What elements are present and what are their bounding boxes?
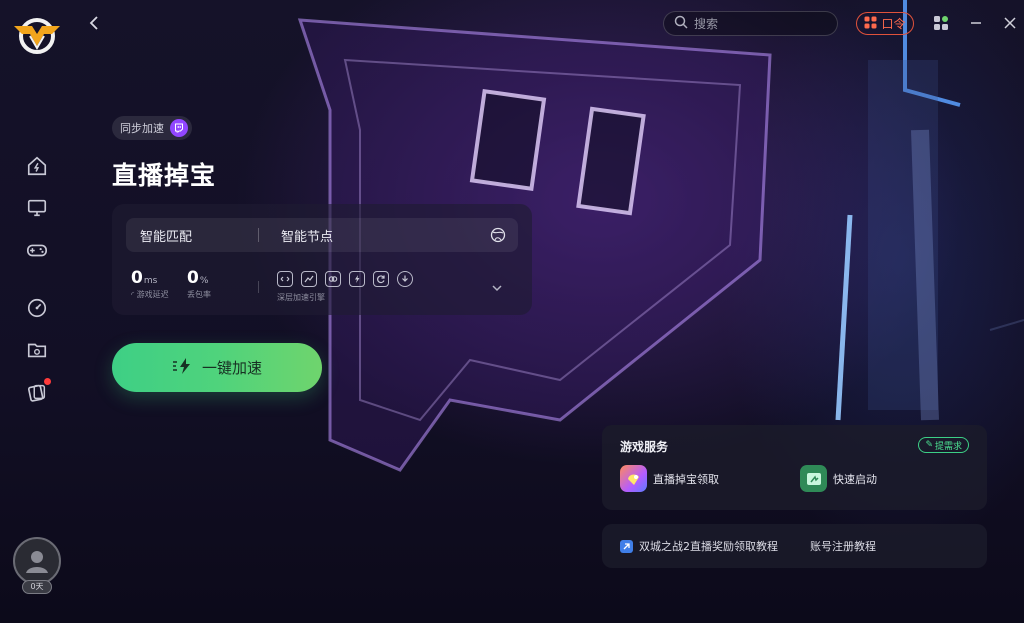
koling-button[interactable]: 口令 <box>856 12 914 35</box>
request-label: 提需求 <box>934 441 962 452</box>
download-icon[interactable] <box>397 271 413 287</box>
divider <box>258 281 259 293</box>
arrow-out-icon <box>620 539 633 553</box>
refresh-icon[interactable] <box>373 271 389 287</box>
quick-launch-app-icon <box>800 465 827 492</box>
chart-icon[interactable] <box>301 271 317 287</box>
koling-label: 口令 <box>881 17 906 31</box>
clover-icon <box>864 16 877 32</box>
packet-loss-label: 丢包率 <box>187 290 211 299</box>
packet-loss-stat: 0% 丢包率 <box>187 268 211 300</box>
wifi-icon: ◜ <box>131 290 135 299</box>
engine-icons <box>277 271 413 287</box>
accelerate-label: 一键加速 <box>201 359 262 377</box>
game-services-card: 游戏服务 ✎ 提需求 直播掉宝领取 快速启动 <box>602 425 987 510</box>
link-label: 账号注册教程 <box>810 540 876 553</box>
monitor-icon[interactable] <box>24 195 50 221</box>
route-selector: 智能匹配 智能节点 <box>126 218 518 252</box>
engine-label: 深层加速引擎 <box>277 293 325 302</box>
notification-dot <box>44 378 51 385</box>
back-chevron-icon[interactable] <box>86 14 104 32</box>
avatar[interactable] <box>13 537 61 585</box>
bolt-icon[interactable] <box>349 271 365 287</box>
service-label: 直播掉宝领取 <box>653 472 719 486</box>
packet-loss-unit: % <box>199 276 209 286</box>
live-drops-app-icon <box>620 465 647 492</box>
app-logo <box>12 14 62 58</box>
smart-node-selector[interactable]: 智能节点 <box>259 226 490 245</box>
pencil-icon: ✎ <box>925 440 933 450</box>
page-title: 直播掉宝 <box>112 161 217 190</box>
twitch-icon <box>170 119 188 137</box>
latency-unit: ms <box>143 276 158 286</box>
search-icon <box>674 14 688 33</box>
packet-loss-value: 0 <box>187 268 199 288</box>
sync-tag-label: 同步加速 <box>120 122 164 135</box>
service-item-live-drops[interactable]: 直播掉宝领取 <box>620 465 719 492</box>
speedometer-icon[interactable] <box>24 295 50 321</box>
smart-match-selector[interactable]: 智能匹配 <box>126 226 258 245</box>
latency-label: 游戏延迟 <box>136 290 169 299</box>
search-box[interactable] <box>663 11 838 36</box>
lightning-icon <box>172 357 194 379</box>
latency-stat: 0ms ◜ 游戏延迟 <box>131 268 169 300</box>
one-click-accelerate-button[interactable]: 一键加速 <box>112 343 322 392</box>
gamepad-icon[interactable] <box>24 237 50 263</box>
search-input[interactable] <box>694 16 824 31</box>
chevron-down-icon[interactable] <box>490 280 504 294</box>
folder-icon[interactable] <box>24 337 50 363</box>
latency-value: 0 <box>131 268 143 288</box>
service-item-quick-launch[interactable]: 快速启动 <box>800 465 877 492</box>
cards-icon[interactable] <box>24 378 51 405</box>
tutorial-links-bar: 双城之战2直播奖励领取教程 账号注册教程 <box>602 524 987 568</box>
member-days-badge: 0天 <box>22 580 52 594</box>
apps-grid-icon[interactable] <box>930 12 952 34</box>
close-icon[interactable] <box>999 12 1021 34</box>
link-arcane-tutorial[interactable]: 双城之战2直播奖励领取教程 <box>620 538 778 554</box>
link-label: 双城之战2直播奖励领取教程 <box>639 540 778 553</box>
request-feature-button[interactable]: ✎ 提需求 <box>918 437 969 453</box>
sidebar: 0天 <box>0 0 74 623</box>
services-title: 游戏服务 <box>620 440 669 454</box>
sync-accelerate-tag: 同步加速 <box>112 116 192 140</box>
route-swap-icon[interactable] <box>277 271 293 287</box>
minimize-icon[interactable] <box>965 12 987 34</box>
service-label: 快速启动 <box>833 472 877 486</box>
link-account-register-tutorial[interactable]: 账号注册教程 <box>810 538 876 554</box>
link-icon[interactable] <box>325 271 341 287</box>
globe-icon[interactable] <box>490 227 506 243</box>
home-icon[interactable] <box>24 153 50 179</box>
